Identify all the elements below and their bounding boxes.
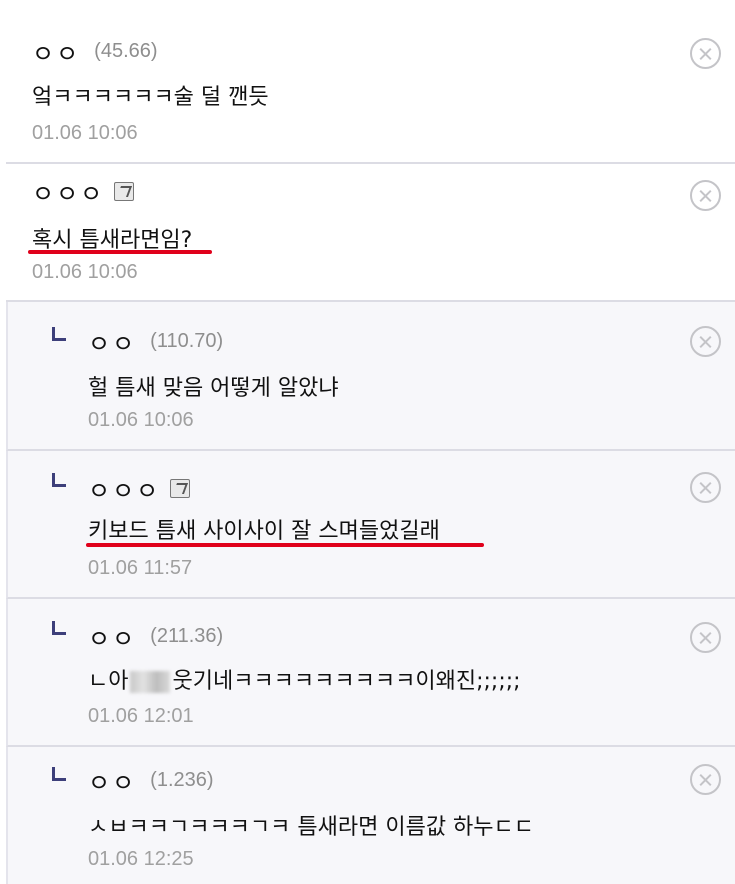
reply-item: ㅇㅇㅇ 키보드 틈새 사이사이 잘 스며들었길래 01.06 11:57 [6, 451, 735, 599]
comment-nickname[interactable]: ㅇㅇ [88, 763, 136, 798]
comment-author-row: ㅇㅇ (110.70) [88, 324, 223, 359]
comment-text-part: 웃기네ㅋㅋㅋㅋㅋㅋㅋㅋㅋ이왜진;;;;;; [172, 669, 521, 694]
close-circle-icon[interactable] [690, 472, 721, 503]
comment-date: 01.06 11:57 [88, 557, 193, 579]
comment-ip: (110.70) [150, 330, 224, 352]
comment-date: 01.06 12:25 [88, 848, 194, 870]
fixed-nick-badge-icon [114, 182, 135, 201]
blurred-word [130, 671, 171, 693]
comment-date: 01.06 10:06 [32, 261, 138, 283]
reply-arrow-icon [52, 327, 66, 341]
comment-nickname[interactable]: ㅇㅇㅇ [88, 471, 160, 506]
reply-arrow-icon [52, 621, 66, 635]
comment-text: 엌ㅋㅋㅋㅋㅋㅋ술 덜 깬듯 [32, 85, 269, 110]
reply-item: ㅇㅇ (1.236) ㅅㅂㅋㅋㄱㅋㅋㅋㄱㅋ 틈새라면 이름값 하누ㄷㄷ 01.0… [6, 747, 735, 884]
comment-item: ㅇㅇㅇ 혹시 틈새라면임? 01.06 10:06 [6, 164, 735, 302]
reply-arrow-icon [52, 767, 66, 781]
comment-author-row: ㅇㅇ (45.66) [32, 34, 158, 69]
comment-author-row: ㅇㅇㅇ [88, 471, 191, 506]
close-circle-icon[interactable] [690, 326, 721, 357]
comment-author-row: ㅇㅇㅇ [32, 174, 135, 209]
comment-item: ㅇㅇ (45.66) 엌ㅋㅋㅋㅋㅋㅋ술 덜 깬듯 01.06 10:06 [6, 0, 735, 164]
highlight-underline [28, 250, 212, 254]
comment-author-row: ㅇㅇ (211.36) [88, 619, 223, 654]
comment-date: 01.06 10:06 [88, 409, 194, 431]
comment-text: ㅅㅂㅋㅋㄱㅋㅋㅋㄱㅋ 틈새라면 이름값 하누ㄷㄷ [88, 815, 535, 840]
comment-text: 헐 틈새 맞음 어떻게 알았냐 [88, 376, 339, 401]
comment-date: 01.06 12:01 [88, 705, 194, 727]
reply-item: ㅇㅇ (110.70) 헐 틈새 맞음 어떻게 알았냐 01.06 10:06 [6, 302, 735, 451]
comment-ip: (45.66) [94, 40, 158, 62]
reply-arrow-icon [52, 473, 66, 487]
fixed-nick-badge-icon [170, 479, 191, 498]
highlight-underline [86, 543, 484, 547]
comment-text: ㄴ아 웃기네ㅋㅋㅋㅋㅋㅋㅋㅋㅋ이왜진;;;;;; [88, 663, 521, 695]
comment-ip: (1.236) [150, 769, 214, 791]
comment-nickname[interactable]: ㅇㅇ [32, 34, 80, 69]
close-circle-icon[interactable] [690, 180, 721, 211]
close-circle-icon[interactable] [690, 38, 721, 69]
close-circle-icon[interactable] [690, 764, 721, 795]
comment-nickname[interactable]: ㅇㅇ [88, 324, 136, 359]
comment-text: 키보드 틈새 사이사이 잘 스며들었길래 [88, 519, 440, 544]
comment-nickname[interactable]: ㅇㅇ [88, 619, 136, 654]
comment-author-row: ㅇㅇ (1.236) [88, 763, 214, 798]
comment-text-part: ㄴ아 [88, 669, 129, 694]
comment-ip: (211.36) [150, 625, 224, 647]
close-circle-icon[interactable] [690, 622, 721, 653]
comment-nickname[interactable]: ㅇㅇㅇ [32, 174, 104, 209]
reply-item: ㅇㅇ (211.36) ㄴ아 웃기네ㅋㅋㅋㅋㅋㅋㅋㅋㅋ이왜진;;;;;; 01.0… [6, 599, 735, 747]
comment-date: 01.06 10:06 [32, 122, 138, 144]
